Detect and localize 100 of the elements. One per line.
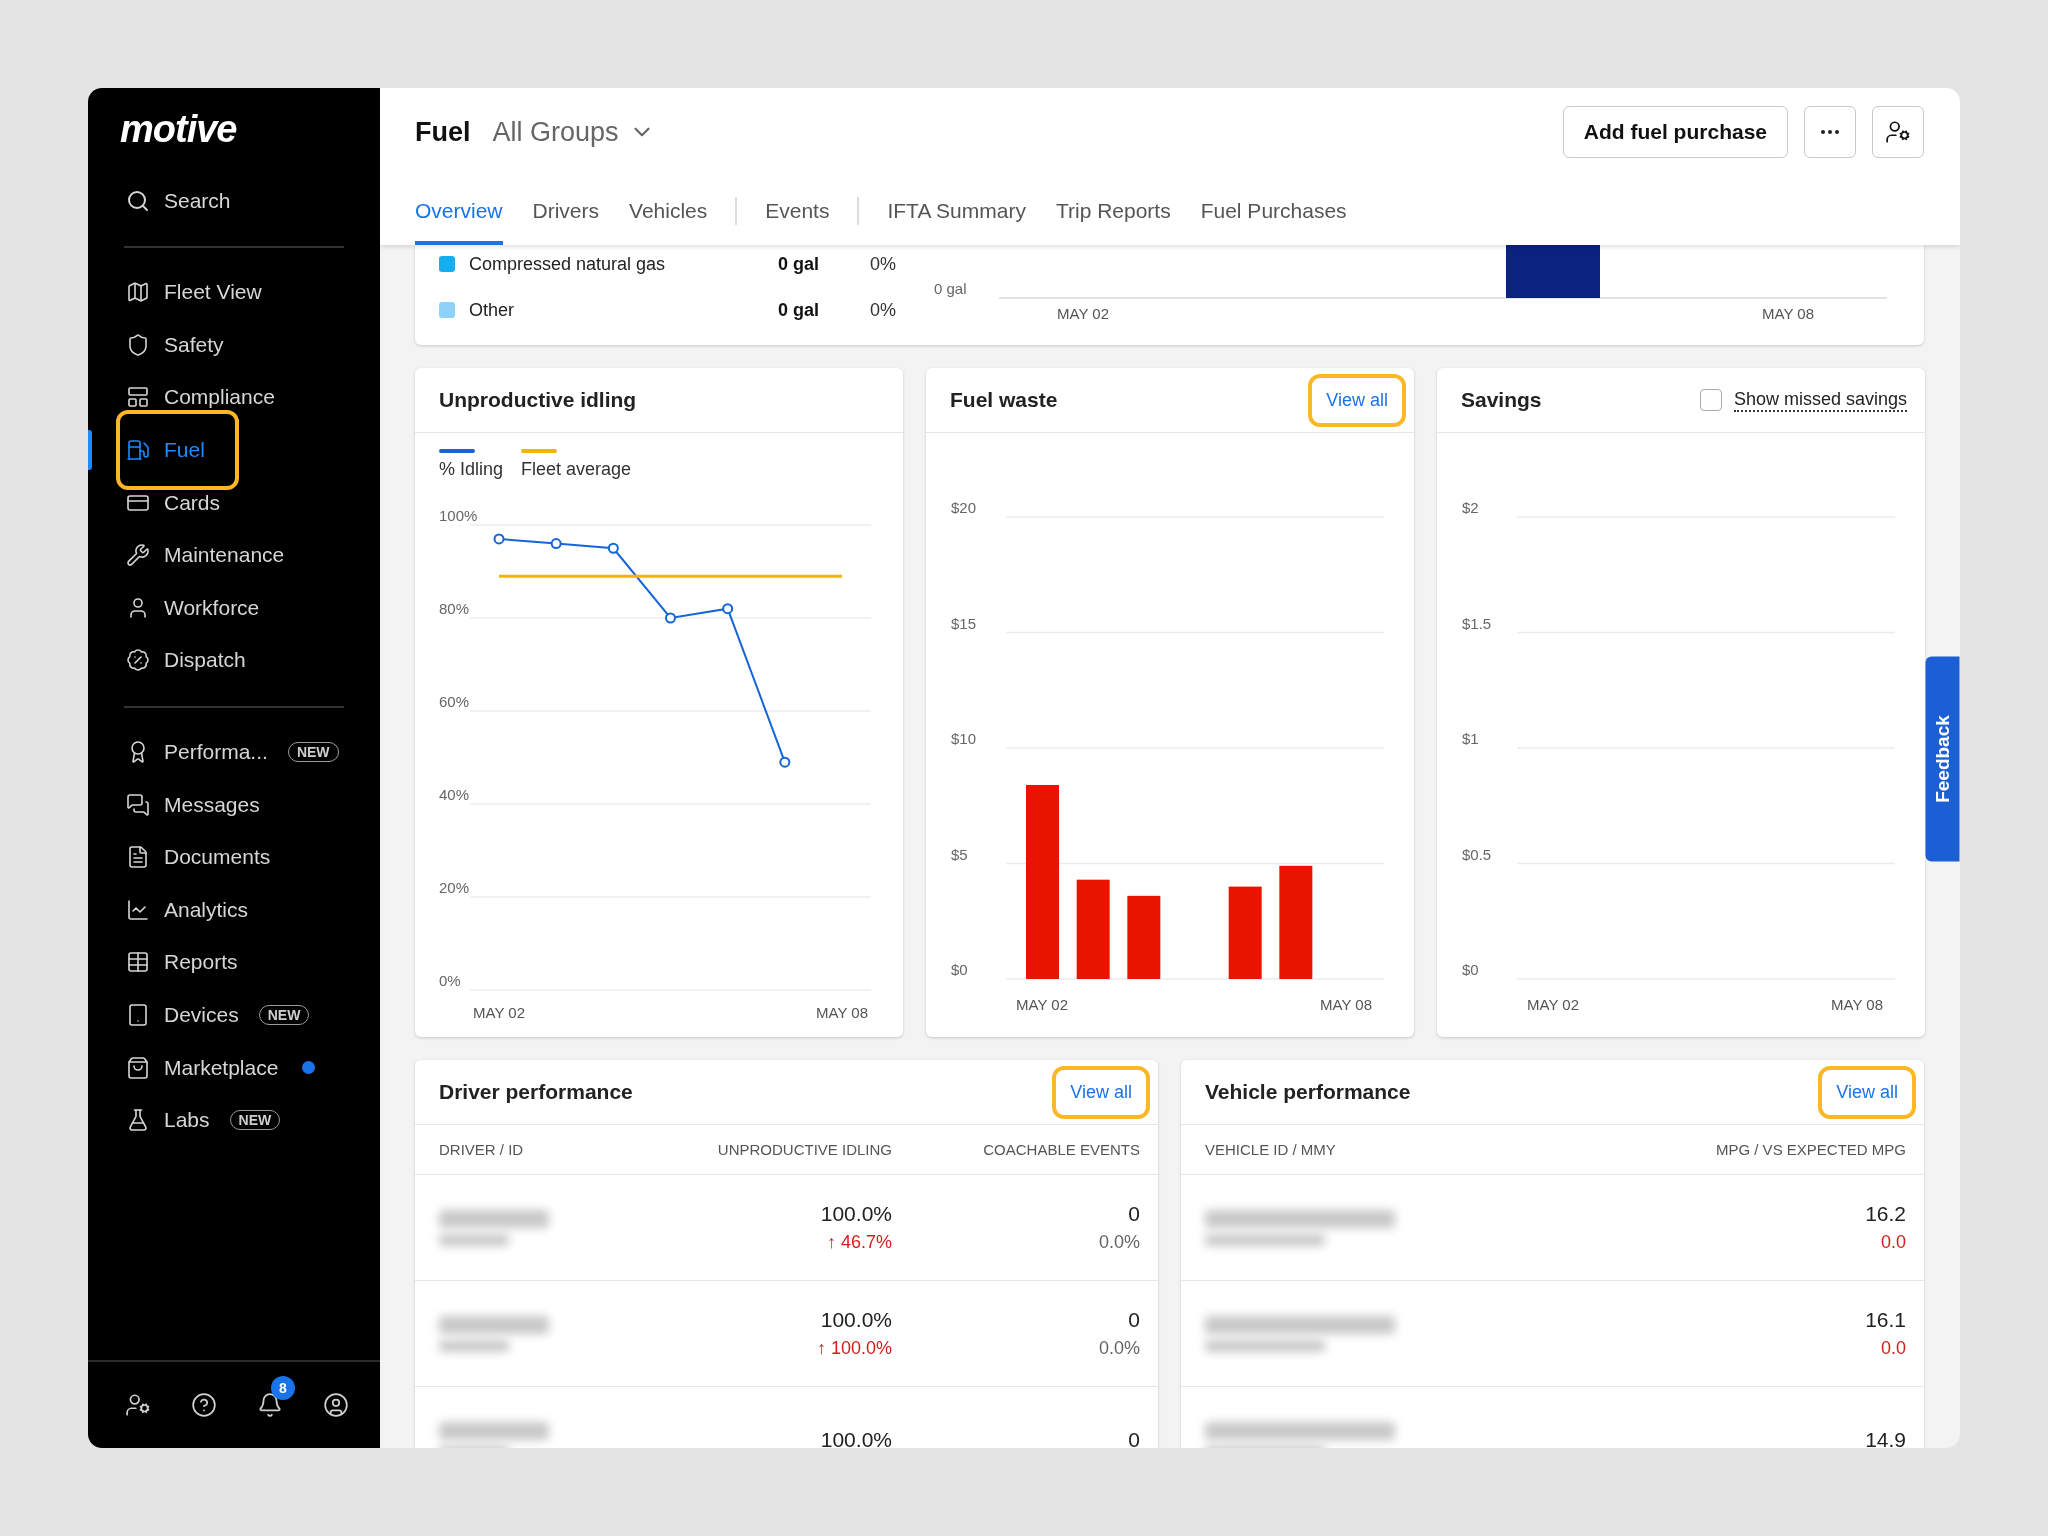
legend-label: % Idling bbox=[439, 459, 504, 480]
legend-label: Other bbox=[469, 299, 516, 321]
tab[interactable]: Drivers bbox=[532, 176, 600, 245]
nav-item[interactable]: Maintenance bbox=[88, 528, 380, 582]
axis-label: MAY 02 bbox=[1527, 996, 1579, 1013]
data-point bbox=[493, 533, 505, 545]
tab[interactable]: Trip Reports bbox=[1055, 176, 1171, 245]
column-header: VEHICLE ID / MMY bbox=[1205, 1141, 1337, 1158]
legend-line bbox=[521, 449, 558, 453]
tablet-icon bbox=[126, 1003, 150, 1027]
nav-item[interactable]: Performa... NEW bbox=[88, 725, 380, 779]
line-chart-icon bbox=[126, 897, 150, 922]
nav-item[interactable]: Documents bbox=[88, 830, 380, 884]
show-missed-savings-checkbox[interactable]: Show missed savings bbox=[1699, 388, 1907, 412]
group-dropdown[interactable]: All Groups bbox=[492, 116, 655, 148]
view-all-link[interactable]: View all bbox=[1308, 373, 1406, 427]
user-settings-button[interactable] bbox=[1872, 106, 1924, 158]
nav-item[interactable]: Compliance bbox=[88, 371, 380, 424]
help-icon[interactable] bbox=[191, 1392, 217, 1418]
nav-item[interactable]: Fleet View bbox=[88, 266, 380, 319]
legend-label: Compressed natural gas bbox=[469, 253, 667, 275]
account-icon[interactable] bbox=[323, 1392, 349, 1418]
tab[interactable]: Events bbox=[765, 176, 830, 245]
nav-item[interactable]: Messages bbox=[88, 778, 380, 831]
view-all-link[interactable]: View all bbox=[1052, 1065, 1150, 1119]
notification-count: 8 bbox=[271, 1376, 295, 1400]
axis-label: MAY 02 bbox=[473, 1004, 525, 1021]
nav-item[interactable]: Devices NEW bbox=[88, 988, 380, 1042]
axis-label: 40% bbox=[439, 786, 470, 803]
legend-label: Fleet average bbox=[521, 459, 632, 480]
axis-label: MAY 02 bbox=[1016, 996, 1068, 1013]
view-all-link[interactable]: View all bbox=[1818, 1065, 1916, 1119]
blurred-text bbox=[439, 1233, 509, 1246]
nav-item[interactable]: Fuel bbox=[88, 423, 380, 477]
add-fuel-purchase-button[interactable]: Add fuel purchase bbox=[1562, 106, 1788, 158]
blurred-text bbox=[439, 1339, 509, 1352]
axis-label: $2 bbox=[1462, 499, 1479, 516]
axis-label: $0 bbox=[1462, 961, 1479, 978]
nav-item[interactable]: Labs NEW bbox=[88, 1093, 380, 1147]
card-title: Savings bbox=[1461, 388, 1542, 412]
data-point bbox=[779, 756, 791, 768]
nav-item[interactable]: Cards bbox=[88, 476, 380, 529]
axis-label: 0 gal bbox=[934, 280, 967, 297]
axis-label: 60% bbox=[439, 693, 470, 710]
table-cell: 0.0% bbox=[1098, 1232, 1140, 1253]
nav-item[interactable]: Reports bbox=[88, 936, 380, 989]
table-cell: 14.9 bbox=[1865, 1427, 1906, 1448]
more-icon bbox=[1821, 130, 1839, 134]
tab[interactable]: Vehicles bbox=[629, 176, 708, 245]
nav-item[interactable]: Workforce bbox=[88, 581, 380, 635]
axis-label: $15 bbox=[951, 614, 977, 632]
data-point bbox=[607, 542, 619, 554]
nav-item[interactable]: Analytics bbox=[88, 883, 380, 937]
axis-label: $10 bbox=[951, 730, 977, 747]
axis-label: $0.5 bbox=[1462, 845, 1492, 863]
axis-label: 20% bbox=[439, 879, 470, 896]
axis-label: $5 bbox=[951, 845, 968, 863]
data-point bbox=[550, 538, 562, 550]
data-point bbox=[722, 603, 734, 615]
table-cell: 16.2 bbox=[1865, 1202, 1906, 1226]
table-cell: 0 bbox=[1128, 1202, 1140, 1226]
table-cell: 0 bbox=[1128, 1308, 1140, 1332]
search-button[interactable]: Search bbox=[88, 175, 380, 227]
nav-item[interactable]: Safety bbox=[88, 318, 380, 372]
flask-icon bbox=[126, 1108, 150, 1133]
axis-label: MAY 08 bbox=[1320, 996, 1372, 1013]
axis-label: $1 bbox=[1462, 730, 1479, 747]
active-indicator bbox=[88, 429, 92, 471]
table-cell: 0.0 bbox=[1880, 1338, 1906, 1359]
legend-share: 0% bbox=[869, 253, 896, 275]
tab[interactable]: IFTA Summary bbox=[887, 176, 1026, 245]
table-cell: 16.1 bbox=[1865, 1308, 1906, 1332]
table-icon bbox=[126, 950, 150, 975]
legend-share: 0% bbox=[869, 299, 896, 321]
tab[interactable]: Fuel Purchases bbox=[1200, 176, 1347, 245]
table-cell: ↑ 46.7% bbox=[826, 1232, 892, 1253]
table-cell: 100.0% bbox=[820, 1427, 892, 1448]
feedback-tab[interactable]: Feedback bbox=[1925, 656, 1960, 862]
nav-item[interactable]: Marketplace bbox=[88, 1041, 380, 1094]
chat-icon bbox=[126, 792, 150, 817]
bell-icon[interactable] bbox=[257, 1392, 283, 1418]
column-header: UNPRODUCTIVE IDLING bbox=[716, 1141, 892, 1158]
card-title: Fuel waste bbox=[950, 388, 1058, 412]
axis-label: MAY 08 bbox=[1831, 996, 1883, 1013]
table-cell: 100.0% bbox=[820, 1202, 892, 1226]
card-title: Driver performance bbox=[439, 1080, 633, 1104]
table-cell: 0 bbox=[1128, 1427, 1140, 1448]
nav-item[interactable]: Dispatch bbox=[88, 634, 380, 687]
map-icon bbox=[126, 280, 150, 305]
column-header: MPG / VS EXPECTED MPG bbox=[1714, 1141, 1906, 1158]
table-cell: 0.0 bbox=[1880, 1232, 1906, 1253]
document-icon bbox=[126, 845, 150, 870]
user-settings-icon[interactable] bbox=[125, 1392, 151, 1418]
axis-label: 80% bbox=[439, 600, 470, 617]
table-cell: ↑ 100.0% bbox=[816, 1338, 892, 1359]
legend-line bbox=[439, 449, 475, 453]
column-header: COACHABLE EVENTS bbox=[982, 1141, 1140, 1158]
card-title: Vehicle performance bbox=[1205, 1080, 1411, 1104]
column-header: DRIVER / ID bbox=[439, 1141, 525, 1158]
page-title: Fuel bbox=[415, 116, 471, 148]
